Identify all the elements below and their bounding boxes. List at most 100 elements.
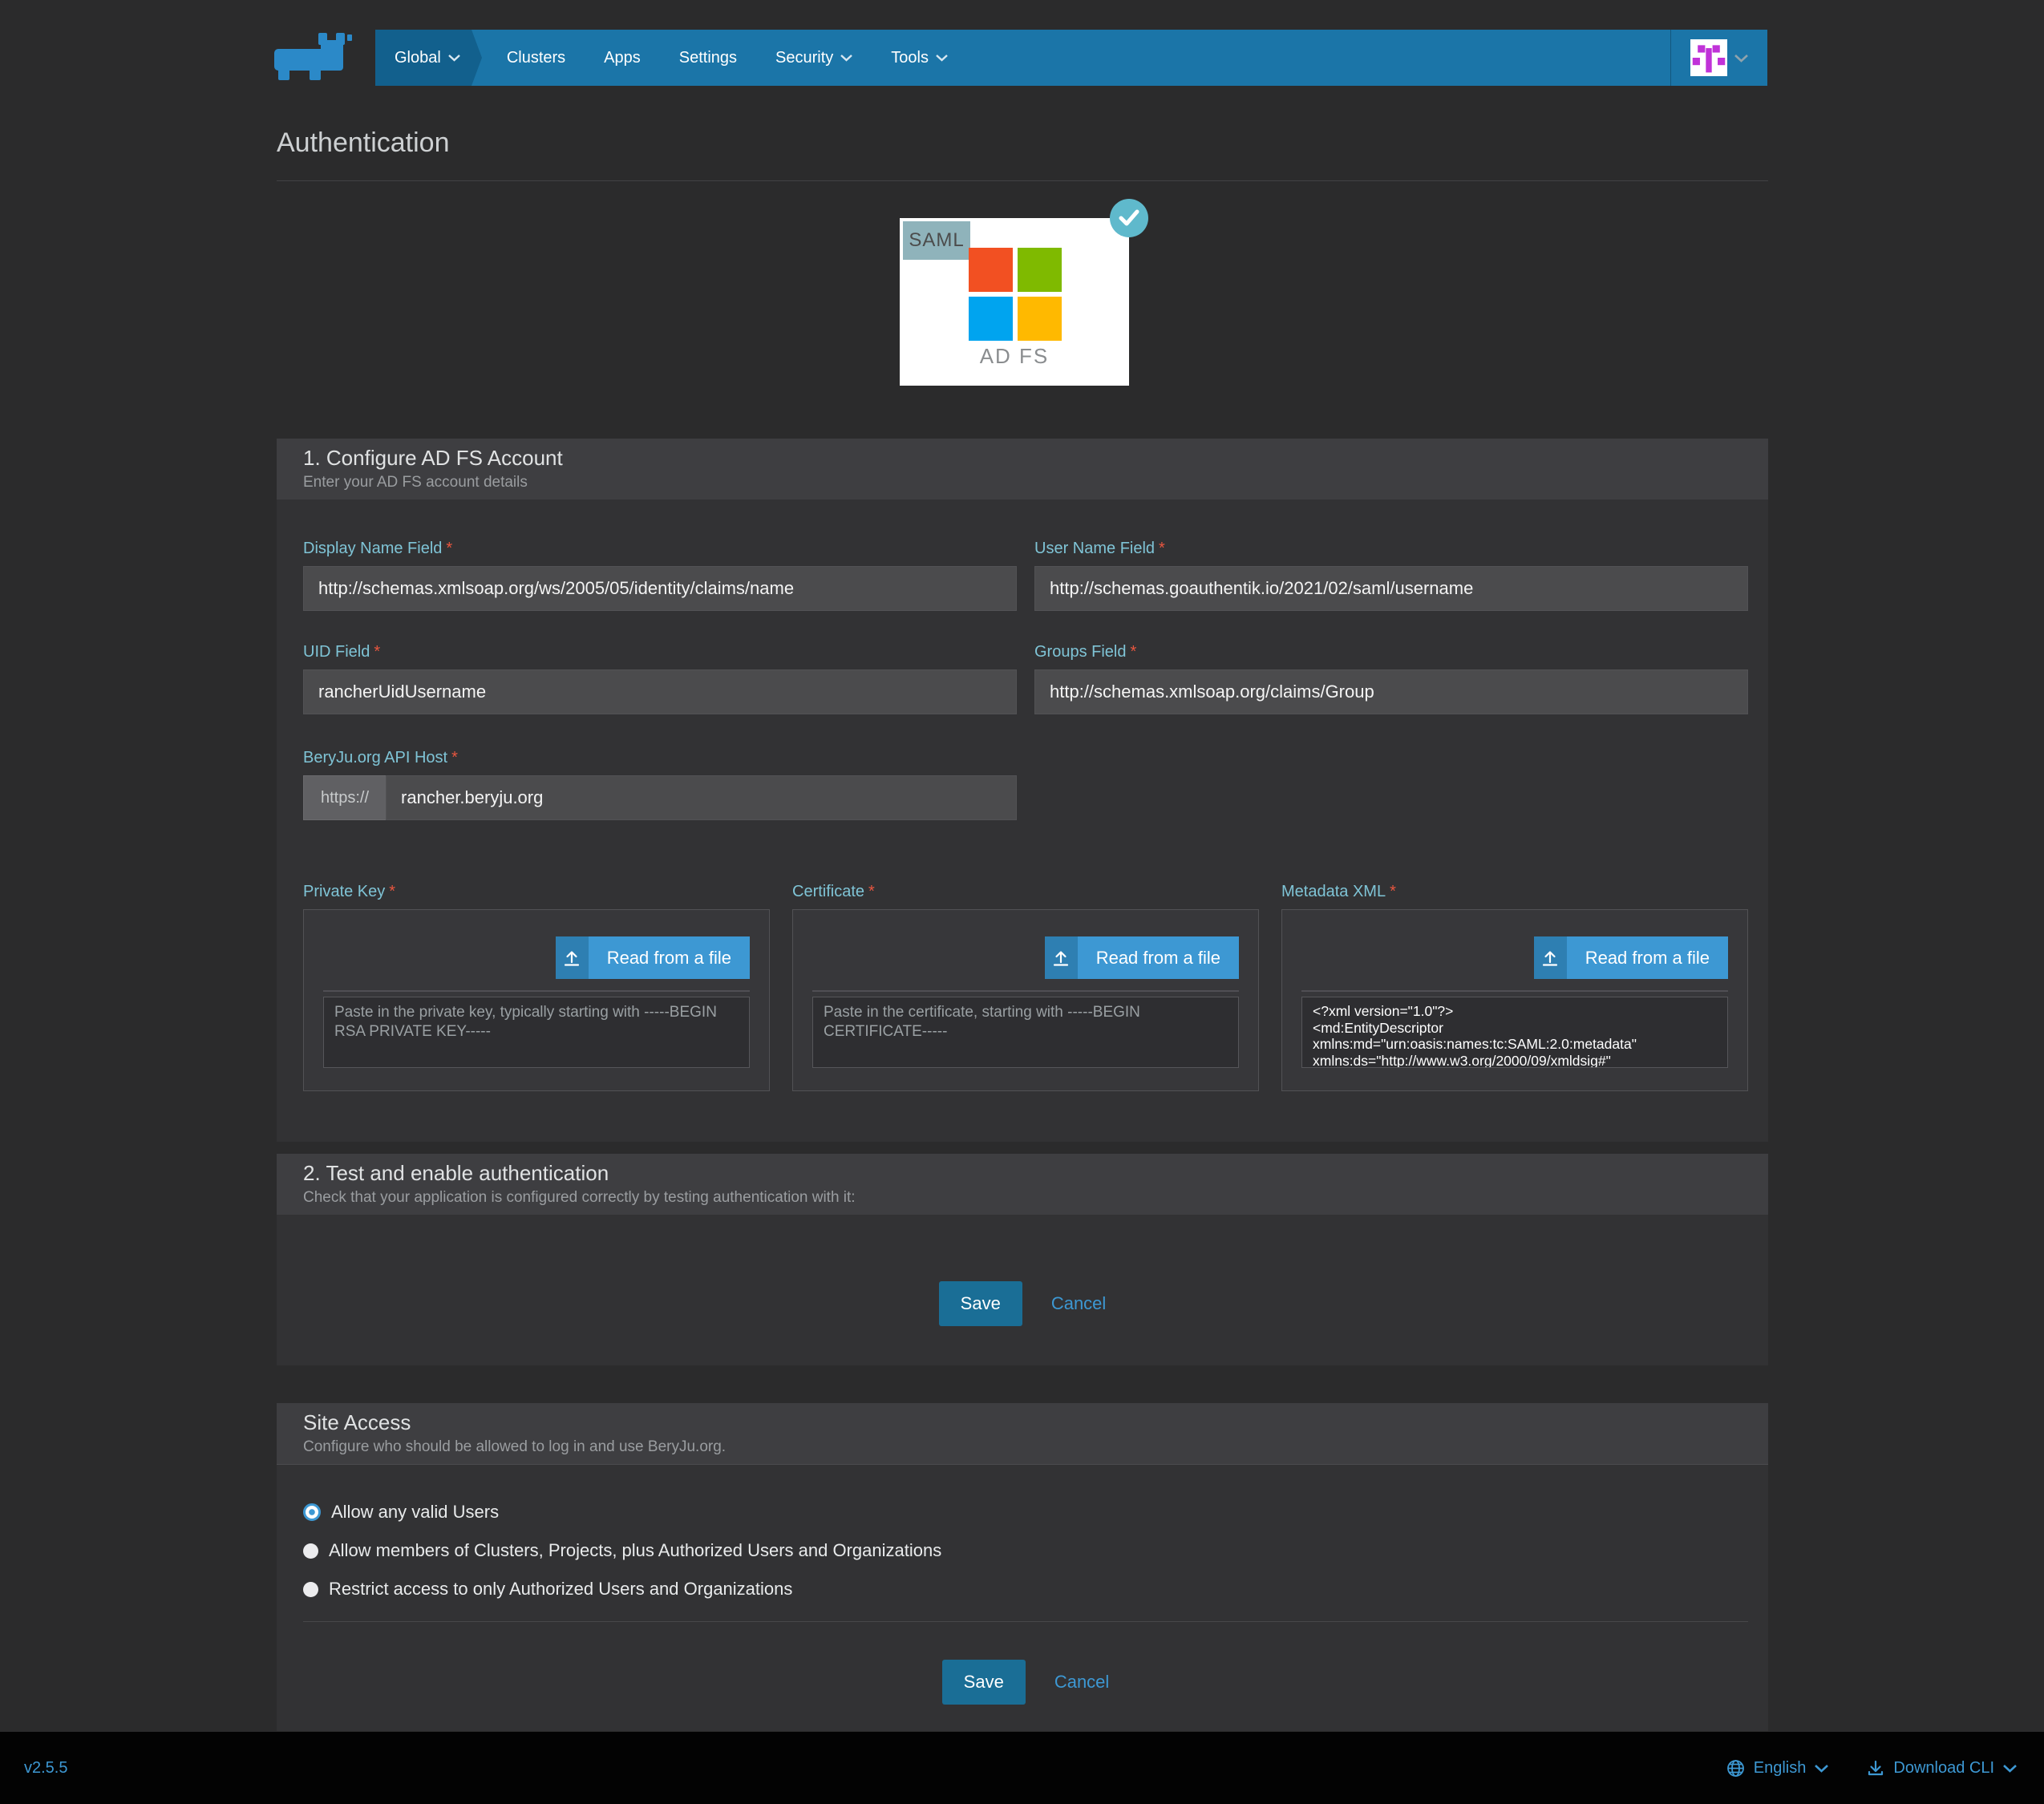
section-subtitle: Enter your AD FS account details	[303, 474, 1742, 491]
footer: v2.5.5 English Download CLI	[0, 1732, 2044, 1804]
section-site-access: Site Access Configure who should be allo…	[277, 1403, 1768, 1731]
selected-check-badge	[1110, 199, 1148, 237]
read-file-label: Read from a file	[1567, 936, 1728, 979]
site-access-body: Allow any valid Users Allow members of C…	[277, 1465, 1768, 1731]
adfs-provider-card[interactable]: SAML AD FS	[900, 218, 1129, 386]
download-cli-menu[interactable]: Download CLI	[1867, 1759, 2017, 1778]
certificate-panel: Read from a file	[792, 909, 1259, 1091]
required-marker: *	[868, 883, 875, 900]
radio-allow-members[interactable]: Allow members of Clusters, Projects, plu…	[303, 1539, 1748, 1562]
radio-label: Allow members of Clusters, Projects, plu…	[329, 1540, 941, 1561]
provider-card-area: SAML AD FS	[277, 181, 1768, 439]
radio-allow-any-valid-users[interactable]: Allow any valid Users	[303, 1501, 1748, 1523]
rancher-logo[interactable]	[273, 31, 367, 84]
nav-item-tools[interactable]: Tools	[877, 30, 961, 86]
site-access-save-button[interactable]: Save	[942, 1660, 1026, 1705]
upload-icon	[1045, 936, 1078, 979]
field-label: Groups Field*	[1034, 643, 1748, 661]
required-marker: *	[1159, 540, 1165, 557]
radio-button[interactable]	[303, 1582, 318, 1597]
language-selector[interactable]: English	[1726, 1759, 1829, 1778]
nav-item-clusters[interactable]: Clusters	[493, 30, 579, 86]
section-title: 1. Configure AD FS Account	[303, 446, 1742, 471]
field-label: Metadata XML*	[1281, 883, 1748, 901]
save-button[interactable]: Save	[939, 1281, 1022, 1326]
site-access-header: Site Access Configure who should be allo…	[277, 1403, 1768, 1465]
ms-square-yellow	[1018, 297, 1062, 341]
display-name-input[interactable]	[303, 566, 1017, 611]
key-cert-metadata-row: Private Key* Read from a file	[303, 883, 1748, 1091]
metadata-xml-textarea[interactable]: <?xml version="1.0"?> <md:EntityDescript…	[1301, 997, 1728, 1068]
field-label: Display Name Field*	[303, 540, 1017, 558]
radio-button[interactable]	[303, 1543, 318, 1559]
field-label: User Name Field*	[1034, 540, 1748, 558]
cancel-link[interactable]: Cancel	[1051, 1293, 1106, 1314]
read-file-label: Read from a file	[1078, 936, 1239, 979]
section-subtitle: Configure who should be allowed to log i…	[303, 1438, 1742, 1456]
upload-icon	[1534, 936, 1567, 979]
ms-square-red	[969, 248, 1013, 292]
certificate-read-file-button[interactable]: Read from a file	[1045, 936, 1239, 979]
required-marker: *	[1390, 883, 1396, 900]
panel-divider	[812, 990, 1239, 992]
section-configure-body: Display Name Field* User Name Field* UID…	[277, 540, 1768, 1142]
chevron-down-icon	[936, 54, 948, 62]
field-label: BeryJu.org API Host*	[303, 749, 1017, 767]
nav-item-label: Clusters	[507, 49, 565, 67]
saml-badge: SAML	[903, 221, 970, 260]
site-access-cancel-link[interactable]: Cancel	[1054, 1672, 1109, 1693]
user-menu[interactable]	[1670, 30, 1767, 86]
top-header: Global Clusters Apps Settings Security T…	[0, 0, 2044, 86]
metadata-xml-group: Metadata XML* Read from a file <?xml ve	[1281, 883, 1748, 1091]
metadata-read-file-button[interactable]: Read from a file	[1534, 936, 1728, 979]
certificate-textarea[interactable]	[812, 997, 1239, 1068]
private-key-textarea[interactable]	[323, 997, 750, 1068]
main-content: Authentication SAML AD FS 1. Configure A…	[277, 127, 1768, 1731]
field-label: Private Key*	[303, 883, 770, 901]
ms-square-green	[1018, 248, 1062, 292]
private-key-group: Private Key* Read from a file	[303, 883, 770, 1091]
required-marker: *	[389, 883, 395, 900]
private-key-read-file-button[interactable]: Read from a file	[556, 936, 750, 979]
download-icon	[1867, 1759, 1884, 1777]
required-marker: *	[374, 643, 380, 661]
chevron-down-icon	[448, 54, 460, 62]
section-configure-account: 1. Configure AD FS Account Enter your AD…	[277, 439, 1768, 1142]
main-navbar: Global Clusters Apps Settings Security T…	[375, 30, 1767, 86]
groups-field-group: Groups Field*	[1034, 643, 1748, 714]
nav-item-label: Tools	[891, 49, 929, 67]
nav-item-settings[interactable]: Settings	[666, 30, 751, 86]
version-label: v2.5.5	[24, 1759, 67, 1778]
groups-input[interactable]	[1034, 669, 1748, 714]
panel-divider	[1301, 990, 1728, 992]
user-name-input[interactable]	[1034, 566, 1748, 611]
nav-item-security[interactable]: Security	[762, 30, 866, 86]
user-name-field-group: User Name Field*	[1034, 540, 1748, 611]
section-test-enable: 2. Test and enable authentication Check …	[277, 1154, 1768, 1365]
download-cli-label: Download CLI	[1893, 1759, 1994, 1778]
read-file-label: Read from a file	[589, 936, 750, 979]
navbar-spacer	[967, 30, 1670, 86]
nav-item-label: Apps	[604, 49, 641, 67]
section-title: Site Access	[303, 1410, 1742, 1435]
display-name-field-group: Display Name Field*	[303, 540, 1017, 611]
radio-button-selected[interactable]	[303, 1503, 321, 1521]
globe-icon	[1726, 1759, 1745, 1778]
section-test-body: Save Cancel	[277, 1215, 1768, 1365]
page-title: Authentication	[277, 127, 1768, 159]
section-configure-header: 1. Configure AD FS Account Enter your AD…	[277, 439, 1768, 500]
section-subtitle: Check that your application is configure…	[303, 1189, 1742, 1207]
required-marker: *	[451, 749, 458, 766]
certificate-group: Certificate* Read from a file	[792, 883, 1259, 1091]
radio-restrict-access[interactable]: Restrict access to only Authorized Users…	[303, 1578, 1748, 1600]
field-label: Certificate*	[792, 883, 1259, 901]
https-prefix-addon: https://	[303, 775, 386, 820]
nav-item-global[interactable]: Global	[375, 30, 472, 86]
api-host-input[interactable]	[386, 775, 1017, 820]
upload-icon	[556, 936, 589, 979]
uid-input[interactable]	[303, 669, 1017, 714]
nav-item-label: Global	[395, 49, 441, 67]
language-label: English	[1754, 1759, 1807, 1778]
nav-item-apps[interactable]: Apps	[590, 30, 654, 86]
nav-item-label: Security	[775, 49, 833, 67]
